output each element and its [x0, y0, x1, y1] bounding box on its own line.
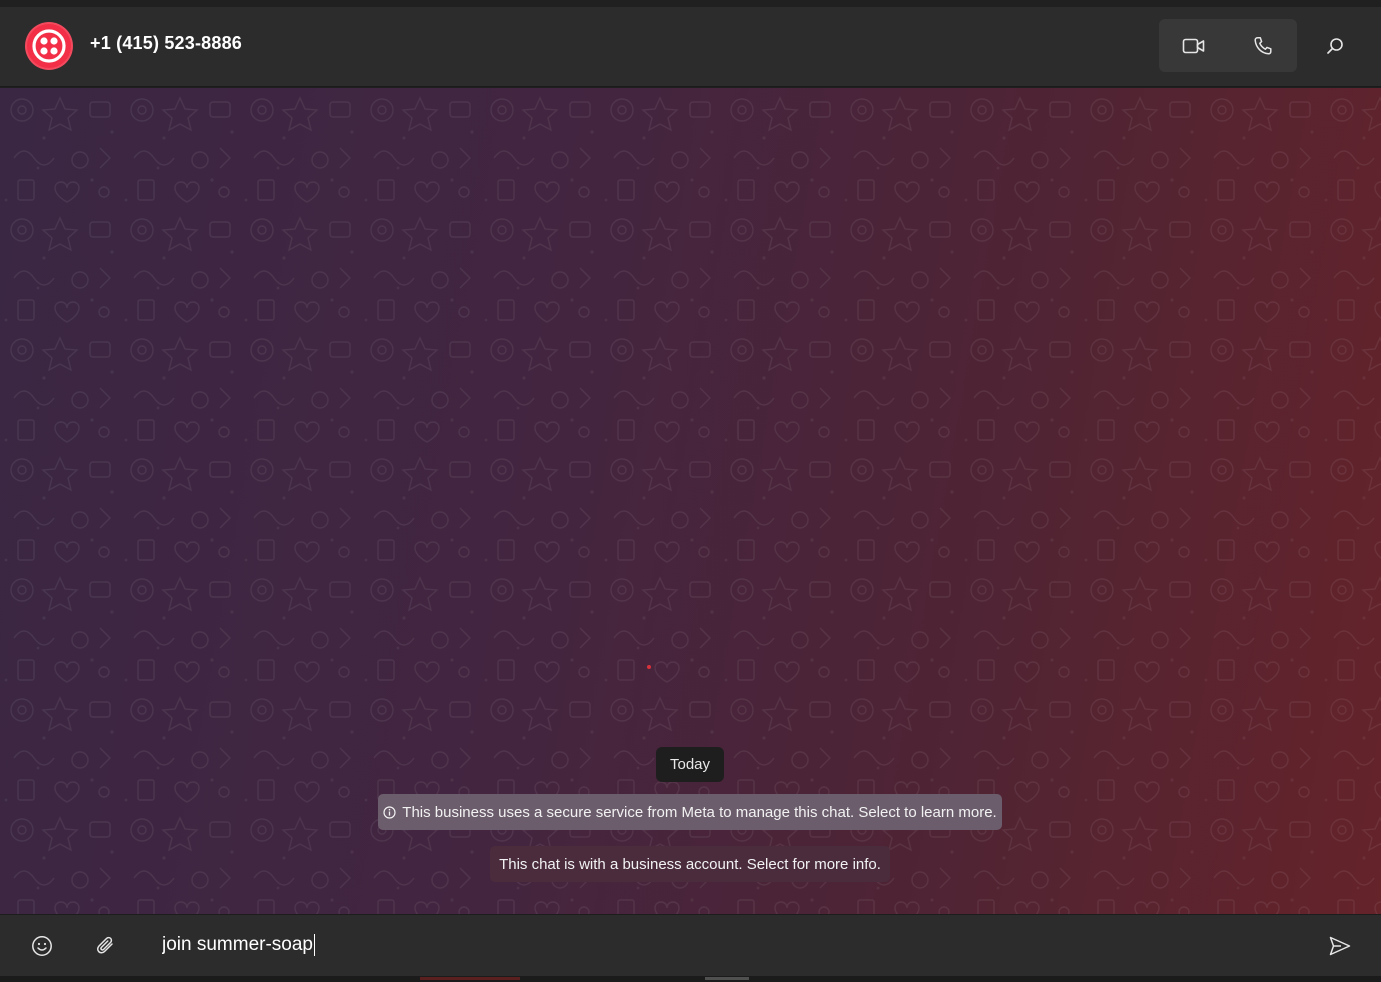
video-call-button[interactable]	[1159, 19, 1228, 72]
chat-header: +1 (415) 523-8886	[0, 7, 1381, 87]
phone-icon	[1253, 36, 1272, 55]
message-composer	[0, 914, 1381, 982]
paperclip-icon	[96, 936, 113, 954]
red-dot-marker	[647, 665, 651, 669]
window-top-strip	[0, 0, 1381, 7]
taskbar-indicator	[420, 977, 520, 980]
date-separator: Today	[656, 747, 724, 782]
twilio-logo-icon	[32, 29, 66, 63]
meta-security-notice[interactable]: This business uses a secure service from…	[378, 794, 1002, 830]
emoji-button[interactable]	[26, 930, 58, 962]
search-icon	[1327, 38, 1343, 54]
chat-area[interactable]: Today This business uses a secure servic…	[0, 88, 1381, 914]
send-icon	[1329, 936, 1351, 956]
info-icon	[383, 805, 396, 819]
chat-wallpaper-pattern	[0, 88, 1381, 914]
contact-name[interactable]: +1 (415) 523-8886	[90, 33, 242, 54]
business-account-notice[interactable]: This chat is with a business account. Se…	[490, 846, 890, 882]
voice-call-button[interactable]	[1228, 19, 1297, 72]
meta-notice-text: This business uses a secure service from…	[402, 803, 997, 821]
emoji-icon	[32, 936, 52, 956]
message-input[interactable]	[162, 927, 1262, 963]
taskbar-indicator	[705, 977, 749, 980]
video-call-icon	[1182, 38, 1204, 53]
send-button[interactable]	[1322, 929, 1358, 963]
window-bottom-strip	[0, 976, 1381, 982]
search-button[interactable]	[1316, 27, 1354, 65]
text-caret	[314, 934, 315, 956]
attach-button[interactable]	[90, 930, 122, 962]
contact-avatar[interactable]	[25, 22, 73, 70]
call-button-group	[1159, 19, 1297, 72]
